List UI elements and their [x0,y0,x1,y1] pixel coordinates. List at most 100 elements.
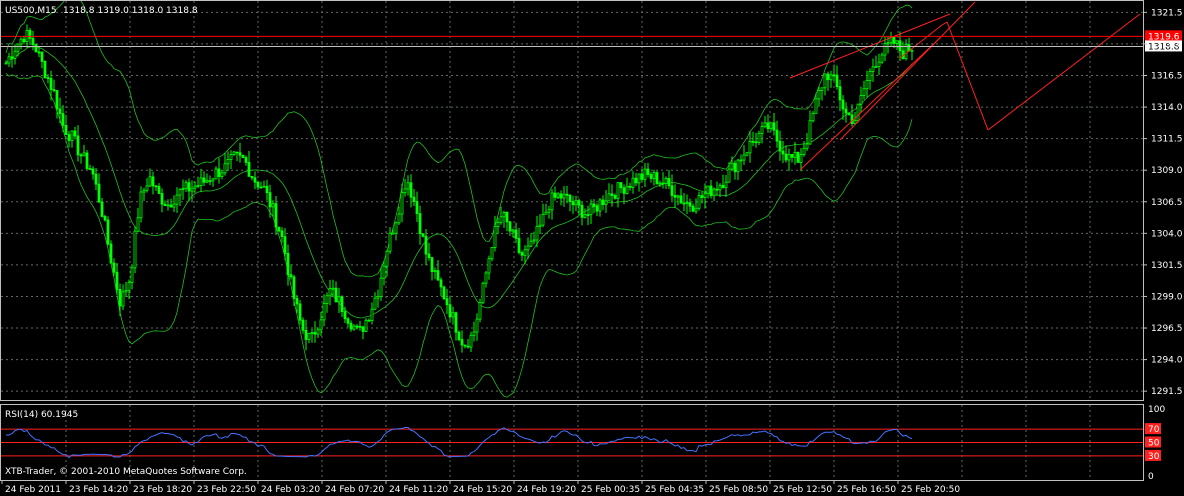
candle-body [406,182,410,190]
candle-body [706,185,710,195]
candle-body [181,188,185,190]
candle-body [346,318,350,324]
candle-body [703,193,707,198]
candle-body [361,326,365,332]
time-tick-label: 25 Feb 12:50 [773,485,832,495]
candle-body [754,141,758,144]
candle-body [184,182,188,189]
candle-body [211,178,215,182]
candle-body [886,42,890,45]
candle-body [172,203,176,208]
candle-body [682,202,686,205]
candle-body [637,173,641,184]
candle-body [841,99,845,110]
candle-body [16,43,20,52]
candle-body [661,182,665,185]
time-tick-label: 24 Feb 19:20 [517,485,576,495]
candle-body [547,209,551,213]
candle-body [721,184,725,189]
candle-body [511,229,515,232]
candle-body [274,203,278,228]
candle-body [322,303,326,321]
candle-body [688,202,692,207]
candle-body [610,193,614,196]
candle-body [124,289,128,293]
candle-body [808,120,812,145]
candle-body [517,237,521,253]
candle-body [457,331,461,341]
candle-body [118,288,122,307]
candle-body [31,37,35,46]
candle-body [418,213,422,235]
candle-body [604,200,608,205]
candle-body [91,168,95,175]
candle-body [169,204,173,208]
candle-body [307,332,311,340]
grid-lines [1,1,1143,480]
candle-body [874,66,878,68]
price-tick-label: 1319.0 [1151,40,1183,50]
candle-body [898,40,902,52]
candle-body [502,211,506,218]
candle-body [205,180,209,183]
candle-body [187,182,191,192]
candle-body [88,168,92,170]
time-tick-label: 24 Feb 15:20 [453,485,512,495]
candle-body [595,205,599,212]
candle-body [157,185,161,194]
time-tick-label: 23 Feb 22:50 [197,485,256,495]
candle-body [472,331,476,336]
candle-body [358,325,362,328]
candle-body [562,193,566,199]
candle-body [283,236,287,254]
candle-body [787,154,791,161]
candle-body [313,332,317,335]
candle-body [484,272,488,284]
candle-body [136,217,140,232]
candle-body [736,159,740,173]
candle-body [130,267,134,283]
candle-body [193,185,197,189]
price-tick-label: 1314.0 [1151,103,1183,113]
price-tick-label: 1301.5 [1151,261,1183,271]
candle-body [40,51,44,62]
candle-body [334,287,338,303]
candle-body [289,274,293,278]
candle-body [139,191,143,219]
main-panel-frame [0,0,1144,401]
candle-body [481,282,485,304]
price-chart[interactable]: 1319.61318.8 100 70 50 30 0 1321.5 1319.0 1316… [0,0,1184,496]
time-tick-label: 24 Feb 07:20 [325,485,384,495]
candle-body [112,262,116,273]
candle-body [796,151,800,163]
candle-body [319,319,323,331]
candle-body [718,184,722,191]
candle-body [463,344,467,347]
candle-body [631,177,635,188]
candle-body [199,177,203,187]
candle-body [790,154,794,158]
candle-body [10,56,14,59]
candle-body [862,88,866,96]
candle-body [910,49,914,52]
candle-body [466,345,470,348]
candle-body [7,56,11,64]
candle-body [490,247,494,260]
candle-body [478,302,482,320]
candles [4,24,914,353]
candle-body [640,173,644,180]
candle-body [292,276,296,299]
candle-body [286,253,290,276]
candle-body [577,200,581,206]
candle-body [469,334,473,348]
candle-body [343,311,347,320]
candle-body [613,195,617,199]
candle-body [586,214,590,216]
candle-body [100,201,104,217]
candle-body [166,204,170,207]
candle-body [550,192,554,211]
candle-body [673,195,677,198]
band-middle [5,46,913,319]
candle-body [823,73,827,89]
candle-body [349,322,353,330]
